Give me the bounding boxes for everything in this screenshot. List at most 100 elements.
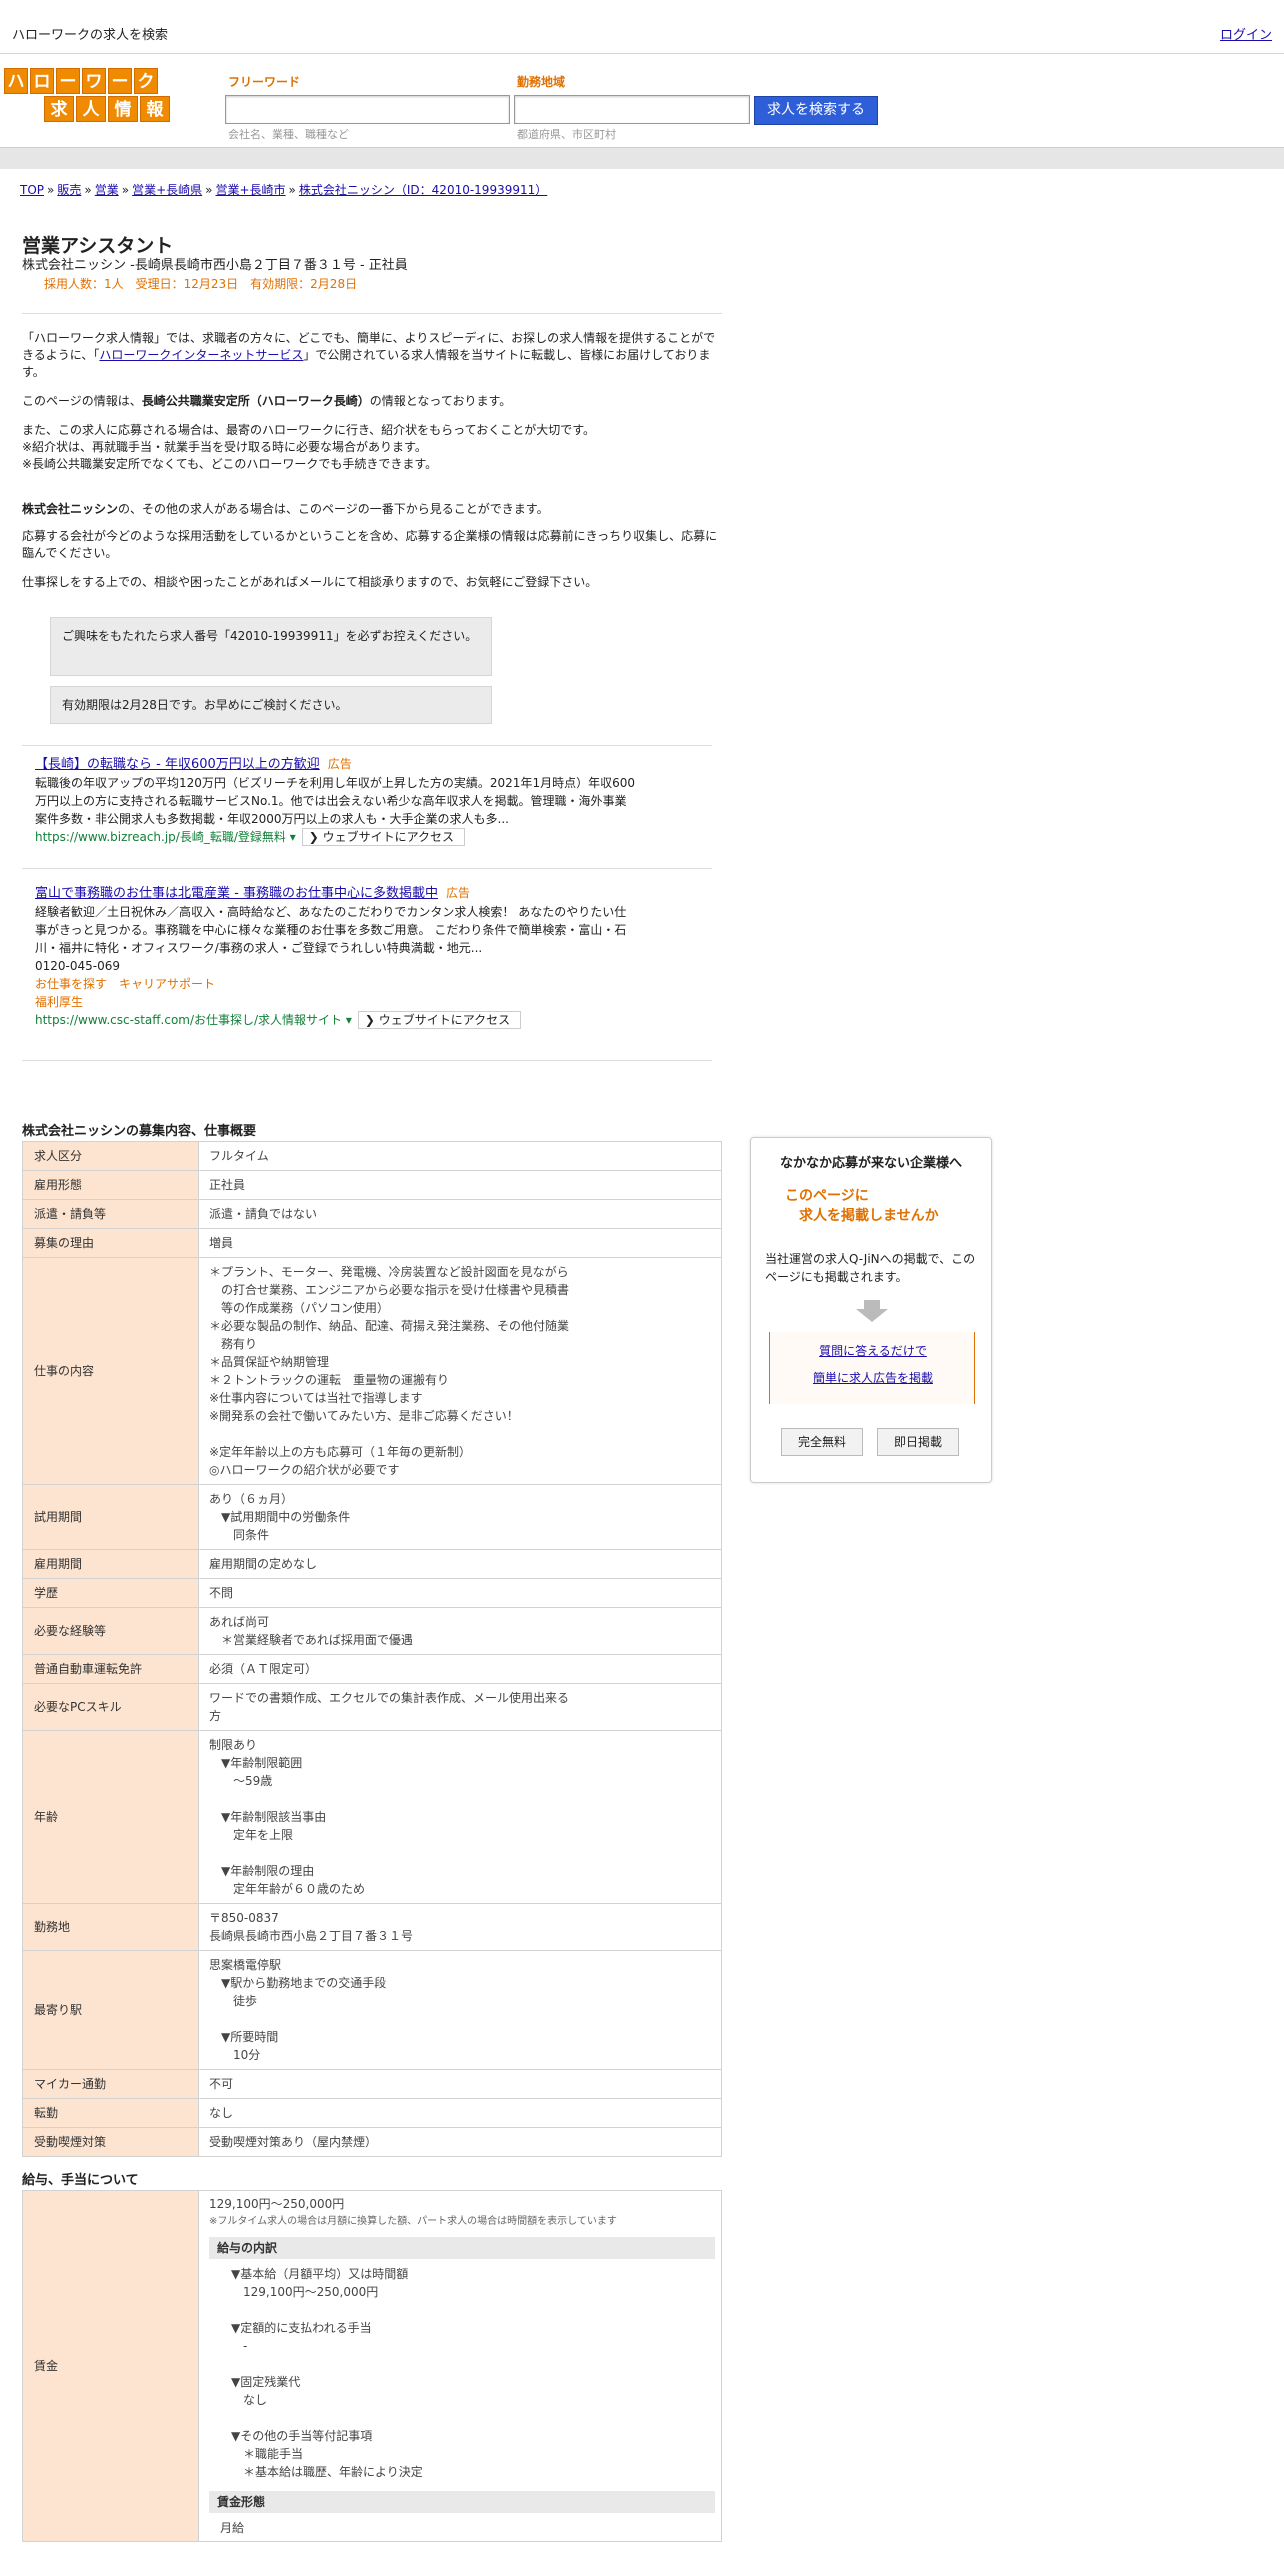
table-row: 学歴 不問 [22, 1578, 722, 1608]
row-value-text: フルタイム [209, 1149, 269, 1163]
row-value-text: 派遣・請負ではない [209, 1207, 318, 1221]
row-value: 不問 [198, 1578, 722, 1608]
sidebox-links: 質問に答えるだけで 簡単に求人広告を掲載 [769, 1332, 975, 1404]
logo-char: ロ [30, 68, 54, 94]
table-row: 普通自動車運転免許 必須（ＡＴ限定可） [22, 1654, 722, 1684]
site-title: ハローワークの求人を検索 [12, 28, 169, 43]
breadcrumb-separator: » [84, 183, 92, 197]
divider [22, 313, 722, 314]
ad-url-dropdown-icon[interactable]: ▾ [342, 1013, 352, 1027]
divider [22, 745, 712, 746]
row-value: フルタイム [198, 1141, 722, 1171]
table-row: 求人区分 フルタイム [22, 1141, 722, 1171]
row-value: 受動喫煙対策あり（屋内禁煙） [198, 2127, 722, 2157]
ad-url-dropdown-icon[interactable]: ▾ [286, 830, 296, 844]
row-value: ＊プラント、モーター、発電機、冷房装置など設計図面を見ながら の打合せ業務、エン… [198, 1257, 722, 1485]
breadcrumb-link[interactable]: 営業 [95, 183, 119, 197]
ad-url[interactable]: https://www.csc-staff.com/お仕事探し/求人情報サイト [35, 1013, 342, 1027]
ad-sitelink-benefits[interactable]: 福利厚生 [35, 995, 83, 1009]
hellowork-logo[interactable]: ハローワーク 求人情報 [4, 68, 180, 126]
row-label: 募集の理由 [22, 1228, 199, 1258]
row-value-text: 制限あり ▼年齢制限範囲 〜59歳 ▼年齢制限該当事由 定年を上限 ▼年齢制限の… [209, 1738, 366, 1896]
row-value: 増員 [198, 1228, 722, 1258]
overview-section-title: 株式会社ニッシンの募集内容、仕事概要 [22, 1124, 257, 1139]
same-day-button[interactable]: 即日掲載 [877, 1428, 959, 1456]
chevron-right-icon: ❯ [308, 830, 323, 844]
job-subtitle: 株式会社ニッシン -長崎県長崎市西小島２丁目７番３１号 - 正社員 [22, 258, 408, 273]
intro-paragraph-3: また、この求人に応募される場合は、最寄のハローワークに行き、紹介状をもらっておく… [22, 423, 596, 471]
salary-value: 129,100円〜250,000円 ※フルタイム求人の場合は月額に換算した額、パ… [198, 2190, 722, 2542]
logo-char: 報 [140, 96, 170, 122]
salary-breakdown: ▼基本給（月額平均）又は時間額 129,100円〜250,000円 ▼定額的に支… [231, 2267, 423, 2479]
ad-sitelink-career[interactable]: キャリアサポート [119, 977, 215, 991]
table-row: 受動喫煙対策 受動喫煙対策あり（屋内禁煙） [22, 2127, 722, 2157]
row-value-text: 〒850-0837 長崎県長崎市西小島２丁目７番３１号 [209, 1911, 414, 1943]
table-row: 転勤 なし [22, 2098, 722, 2128]
row-label: 学歴 [22, 1578, 199, 1608]
row-label: 転勤 [22, 2098, 199, 2128]
hellowork-internet-service-link[interactable]: ハローワークインターネットサービス [99, 348, 303, 362]
area-label: 勤務地域 [517, 75, 566, 89]
breadcrumb-link[interactable]: 営業+長崎市 [215, 183, 285, 197]
ad-url[interactable]: https://www.bizreach.jp/長崎_転職/登録無料 [35, 830, 286, 844]
freeword-placeholder: 会社名、業種、職種など [228, 128, 349, 141]
ad-sitelink-search[interactable]: お仕事を探す [35, 977, 107, 991]
table-row: 雇用期間 雇用期間の定めなし [22, 1549, 722, 1579]
search-button[interactable]: 求人を検索する [754, 96, 878, 125]
ad-title-link[interactable]: 【長崎】の転職なら - 年収600万円以上の方歓迎 [35, 757, 320, 772]
salary-note: ※フルタイム求人の場合は月額に換算した額、パート求人の場合は時間額を表示していま… [209, 2216, 617, 2227]
logo-char: ワ [82, 68, 106, 94]
row-value-text: 増員 [209, 1236, 234, 1250]
table-row: マイカー通勤 不可 [22, 2069, 722, 2099]
freeword-input[interactable] [225, 95, 510, 124]
breadcrumb-link[interactable]: 株式会社ニッシン（ID：42010-19939911） [299, 183, 547, 197]
job-meta: 採用人数：1人 受理日：12月23日 有効期限：2月28日 [44, 277, 358, 291]
row-label: 雇用形態 [22, 1170, 199, 1200]
table-row: 年齢 制限あり ▼年齢制限範囲 〜59歳 ▼年齢制限該当事由 定年を上限 ▼年齢制… [22, 1730, 722, 1904]
salary-range: 129,100円〜250,000円 [209, 2197, 345, 2211]
row-label: 仕事の内容 [22, 1257, 199, 1485]
sidebox-headline: このページに 求人を掲載しませんか [785, 1188, 939, 1224]
row-value-text: あれば尚可 ＊営業経験者であれば採用面で優遇 [209, 1615, 413, 1647]
row-value-text: あり（６ヵ月） ▼試用期間中の労働条件 同条件 [209, 1492, 351, 1542]
row-value-text: 必須（ＡＴ限定可） [209, 1662, 318, 1676]
sidebox-link-post-ad[interactable]: 簡単に求人広告を掲載 [770, 1369, 976, 1387]
ad-title-link[interactable]: 富山で事務職のお仕事は北電産業 - 事務職のお仕事中心に多数掲載中 [35, 886, 438, 901]
breadcrumb: TOP» 販売» 営業» 営業+長崎県» 営業+長崎市» 株式会社ニッシン（ID：4201… [20, 181, 547, 199]
visit-website-button[interactable]: ❯ ウェブサイトにアクセス [301, 828, 466, 846]
down-arrow-icon [856, 1300, 888, 1322]
row-value-text: 受動喫煙対策あり（屋内禁煙） [209, 2135, 378, 2149]
table-row: 必要なPCスキル ワードでの書類作成、エクセルでの集計表作成、メール使用出来る 方 [22, 1683, 722, 1731]
row-value: 正社員 [198, 1170, 722, 1200]
breadcrumb-link[interactable]: TOP [20, 183, 44, 197]
logo-char: ハ [4, 68, 28, 94]
table-row: 仕事の内容 ＊プラント、モーター、発電機、冷房装置など設計図面を見ながら の打合せ… [22, 1257, 722, 1485]
row-value: 思案橋電停駅 ▼駅から勤務地までの交通手段 徒歩 ▼所要時間 10分 [198, 1950, 722, 2070]
freeword-label: フリーワード [228, 75, 301, 89]
login-link[interactable]: ログイン [1220, 26, 1272, 46]
table-row: 雇用形態 正社員 [22, 1170, 722, 1200]
advertise-job-box: なかなか応募が来ない企業様へ このページに 求人を掲載しませんか 当社運営の求人… [750, 1137, 992, 1483]
area-placeholder: 都道府県、市区町村 [517, 128, 616, 141]
sidebox-link-question[interactable]: 質問に答えるだけで [770, 1342, 976, 1360]
sidebox-description: 当社運営の求人Q-JiNへの掲載で、このページにも掲載されます。 [765, 1252, 976, 1284]
intro-paragraph-4: 株式会社ニッシンの、その他の求人がある場合は、このページの一番下から見ることがで… [22, 502, 549, 516]
row-value: あり（６ヵ月） ▼試用期間中の労働条件 同条件 [198, 1484, 722, 1550]
area-input[interactable] [514, 95, 750, 124]
row-value: 雇用期間の定めなし [198, 1549, 722, 1579]
breadcrumb-link[interactable]: 営業+長崎県 [132, 183, 202, 197]
row-value: なし [198, 2098, 722, 2128]
free-button[interactable]: 完全無料 [781, 1428, 863, 1456]
salary-table: 賃金 129,100円〜250,000円 ※フルタイム求人の場合は月額に換算した… [22, 2190, 722, 2542]
ad-phone[interactable]: 0120-045-069 [35, 957, 635, 975]
divider [22, 1060, 712, 1061]
row-label: マイカー通勤 [22, 2069, 199, 2099]
breadcrumb-link[interactable]: 販売 [57, 183, 81, 197]
row-value: 〒850-0837 長崎県長崎市西小島２丁目７番３１号 [198, 1903, 722, 1951]
visit-website-button[interactable]: ❯ ウェブサイトにアクセス [357, 1011, 522, 1029]
ad-badge: 広告 [445, 886, 470, 900]
chevron-right-icon: ❯ [364, 1013, 379, 1027]
logo-char: 人 [76, 96, 106, 122]
wage-form-heading: 賃金形態 [209, 2491, 715, 2513]
row-label: 賃金 [22, 2190, 199, 2542]
